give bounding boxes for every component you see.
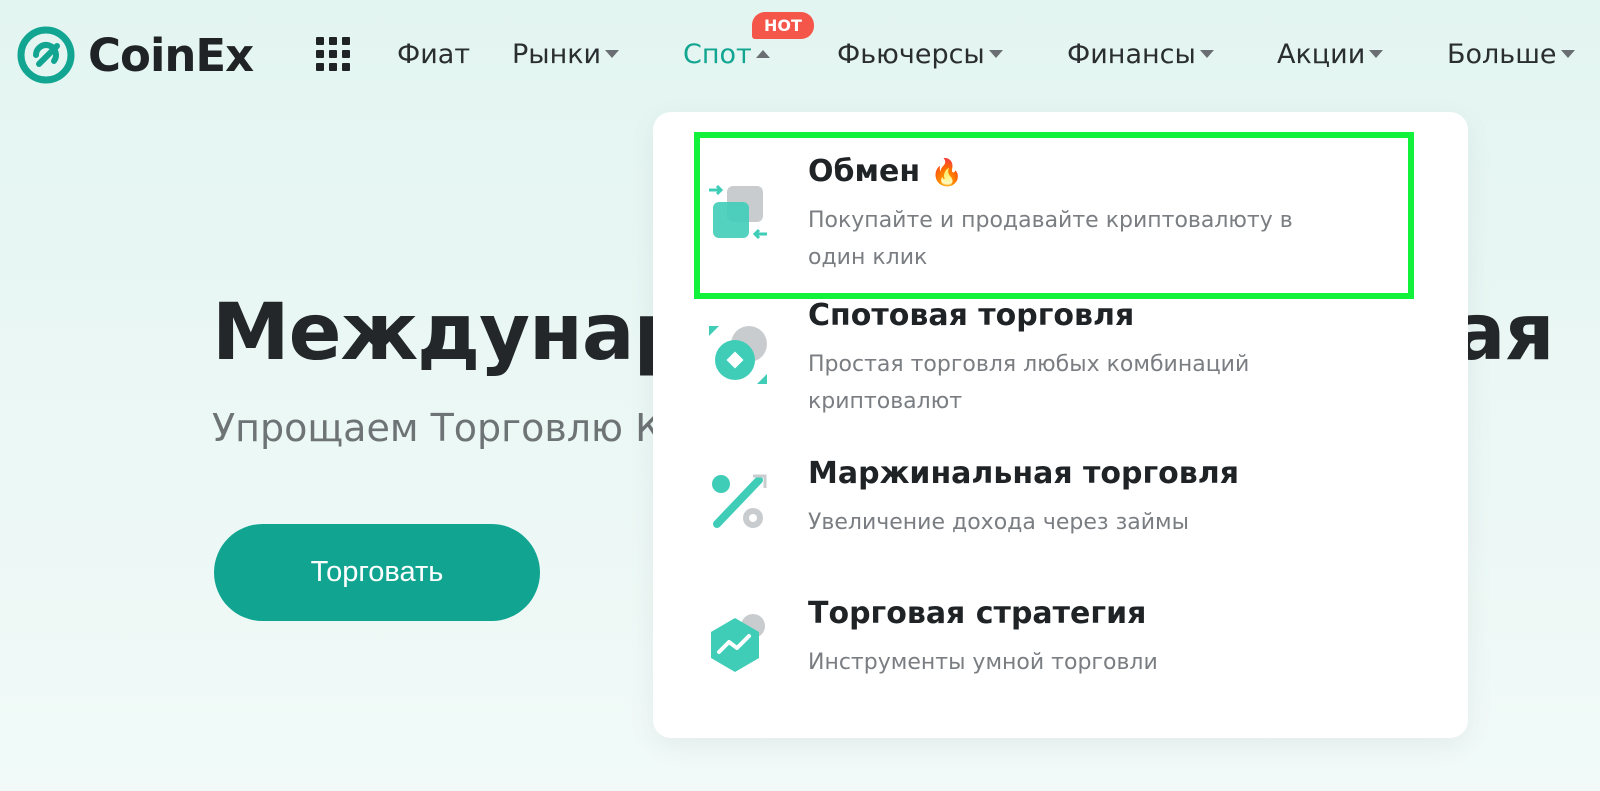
nav-futures-label: Фьючерсы [837,38,985,70]
menu-item-description: Простая торговля любых комбинаций крипто… [808,352,1250,414]
chevron-down-icon [1560,50,1575,58]
top-navigation: CoinEx Фиат Рынки Спот HOT Фьючерсы Фина… [0,0,1600,110]
nav-finance-label: Финансы [1067,38,1196,70]
nav-shares[interactable]: Акции [1277,34,1384,74]
menu-item-title: Маржинальная торговля [808,456,1240,491]
chevron-down-icon [605,50,620,58]
apps-grid-icon[interactable] [316,37,350,71]
trade-button[interactable]: Торговать [214,524,540,621]
chevron-up-icon [755,50,770,58]
hero-subtitle: Упрощаем Торговлю К [212,406,663,450]
menu-item-description: Инструменты умной торговли [808,650,1158,675]
nav-spot[interactable]: Спот [683,34,770,74]
menu-item-title: Торговая стратегия [808,596,1147,631]
chevron-down-icon [1369,50,1384,58]
strategy-chart-icon [711,614,765,672]
chevron-down-icon [988,50,1003,58]
nav-finance[interactable]: Финансы [1067,34,1214,74]
nav-futures[interactable]: Фьючерсы [837,34,1003,74]
nav-fiat[interactable]: Фиат [397,34,470,74]
hot-badge: HOT [752,12,814,39]
menu-item-description: Увеличение дохода через займы [808,510,1190,535]
highlight-frame [694,132,1414,299]
menu-item-title: Спотовая торговля [808,298,1135,333]
logo-text: CoinEx [88,28,254,82]
nav-shares-label: Акции [1277,38,1366,70]
nav-spot-label: Спот [683,38,752,70]
nav-markets-label: Рынки [512,38,602,70]
coinex-logo-icon [17,26,75,84]
nav-more[interactable]: Больше [1447,34,1575,74]
nav-fiat-label: Фиат [397,38,471,70]
spot-trading-icon [709,326,767,384]
chevron-down-icon [1199,50,1214,58]
margin-percent-icon [712,474,767,528]
nav-more-label: Больше [1447,38,1557,70]
nav-markets[interactable]: Рынки [512,34,620,74]
coinex-logo[interactable]: CoinEx [17,24,254,86]
